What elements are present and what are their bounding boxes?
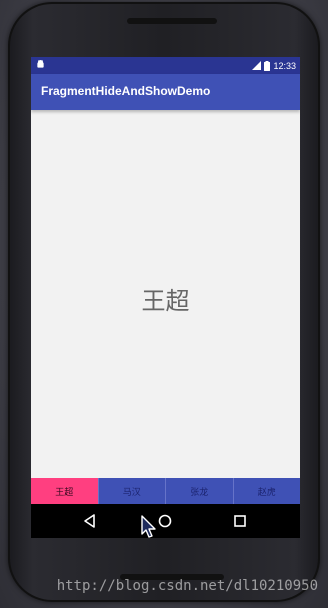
home-icon[interactable] xyxy=(157,513,173,529)
tab-label: 马汉 xyxy=(122,487,141,498)
phone-screen: 12:33 FragmentHideAndShowDemo 王超 王超 马汉 张… xyxy=(31,57,300,538)
battery-icon xyxy=(264,60,271,71)
tab-ma-han[interactable]: 马汉 xyxy=(97,478,166,504)
recents-icon[interactable] xyxy=(232,513,248,529)
signal-icon xyxy=(252,61,262,70)
android-notification-icon xyxy=(37,60,44,68)
fragment-container: 王超 xyxy=(31,110,300,478)
fragment-text: 王超 xyxy=(141,286,190,315)
back-icon[interactable] xyxy=(82,513,98,529)
bottom-tab-bar: 王超 马汉 张龙 赵虎 xyxy=(31,478,300,504)
status-bar: 12:33 xyxy=(31,57,300,74)
tab-label: 赵虎 xyxy=(257,487,276,498)
app-title: FragmentHideAndShowDemo xyxy=(41,84,211,98)
status-icons: 12:33 xyxy=(252,59,296,72)
system-navigation-bar xyxy=(31,504,300,538)
tab-label: 张龙 xyxy=(190,487,209,498)
tab-wang-chao[interactable]: 王超 xyxy=(31,478,98,504)
status-time: 12:33 xyxy=(273,60,296,71)
watermark-url: http://blog.csdn.net/dl10210950 xyxy=(56,578,318,594)
emulator-window: 12:33 FragmentHideAndShowDemo 王超 王超 马汉 张… xyxy=(0,0,328,608)
tab-label: 王超 xyxy=(55,487,74,498)
tab-zhang-long[interactable]: 张龙 xyxy=(165,478,233,504)
app-toolbar: FragmentHideAndShowDemo xyxy=(31,74,300,110)
mouse-cursor-icon xyxy=(141,515,156,538)
tab-zhao-hu[interactable]: 赵虎 xyxy=(232,478,301,504)
earpiece-speaker xyxy=(127,18,217,24)
